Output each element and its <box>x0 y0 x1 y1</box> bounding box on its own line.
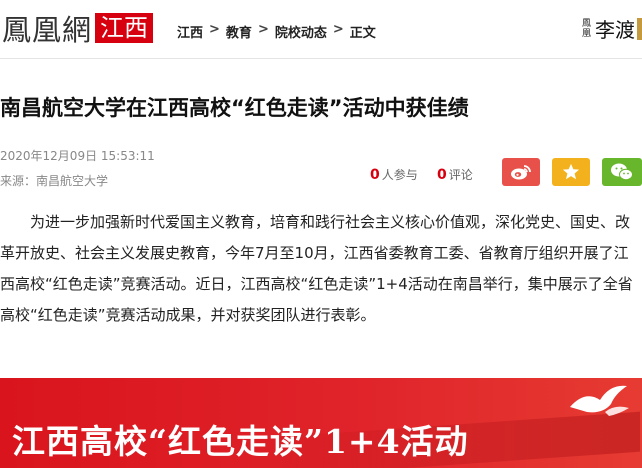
breadcrumb-education[interactable]: 教育 <box>226 22 252 41</box>
article-banner-image: 江西高校“红色走读”1+4活动 <box>0 378 642 468</box>
article-paragraph: 为进一步加强新时代爱国主义教育，培育和践行社会主义核心价值观，深化党史、国史、改… <box>0 213 633 324</box>
article-body: 为进一步加强新时代爱国主义教育，培育和践行社会主义核心价值观，深化党史、国史、改… <box>0 207 642 331</box>
publish-time: 2020年12月09日 15:53:11 <box>0 149 155 163</box>
breadcrumb-jiangxi[interactable]: 江西 <box>177 22 203 41</box>
promo-mark <box>637 17 642 40</box>
star-icon <box>562 163 580 180</box>
article-source: 来源：南昌航空大学 <box>0 174 109 188</box>
favorite-button[interactable] <box>552 158 590 186</box>
breadcrumb-separator: > <box>257 22 269 37</box>
comments-link[interactable]: 0 评论 <box>437 166 473 183</box>
article-title: 南昌航空大学在江西高校“红色走读”活动中获佳绩 <box>0 96 469 120</box>
promo-small-text: 鳳凰 <box>582 18 592 39</box>
site-header: 鳳凰網 江西 江西 > 教育 > 院校动态 > 正文 鳳凰 李渡 <box>0 0 642 59</box>
dove-icon <box>570 385 629 416</box>
promo-logo[interactable]: 鳳凰 李渡 <box>582 14 642 43</box>
site-logo[interactable]: 鳳凰網 江西 <box>2 10 154 47</box>
share-weibo-button[interactable] <box>502 158 540 186</box>
breadcrumb-school-news[interactable]: 院校动态 <box>275 22 327 41</box>
logo-region-badge: 江西 <box>95 13 154 43</box>
logo-text: 鳳凰網 <box>2 13 93 47</box>
banner-title: 江西高校“红色走读”1+4活动 <box>12 422 469 461</box>
breadcrumb-separator: > <box>209 22 220 37</box>
share-wechat-button[interactable] <box>602 158 642 186</box>
participants-label: 人参与 <box>381 168 418 182</box>
wechat-icon <box>611 163 633 181</box>
participants-link[interactable]: 0 人参与 <box>370 166 418 183</box>
participants-count: 0 <box>370 166 380 183</box>
comments-label: 评论 <box>448 168 473 182</box>
breadcrumb-current: 正文 <box>349 26 376 41</box>
comments-count: 0 <box>437 166 447 183</box>
weibo-icon <box>511 165 531 180</box>
promo-big-text: 李渡 <box>595 18 635 42</box>
breadcrumb: 江西 > 教育 > 院校动态 > 正文 <box>177 22 376 41</box>
breadcrumb-separator: > <box>332 22 344 37</box>
